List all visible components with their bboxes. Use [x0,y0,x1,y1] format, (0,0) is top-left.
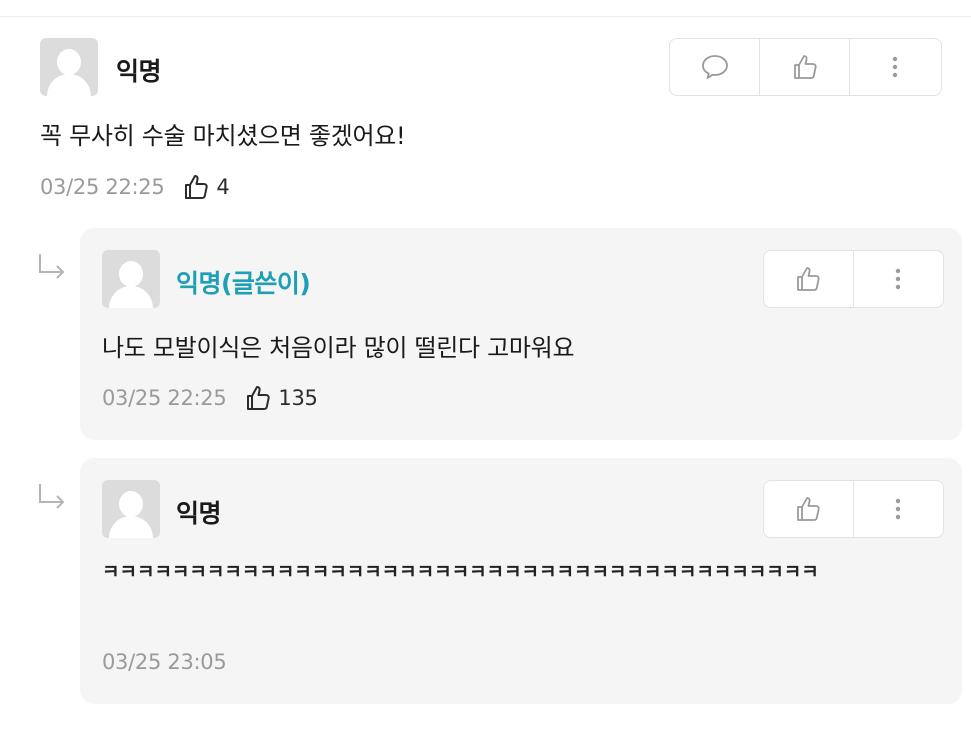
timestamp: 03/25 22:25 [102,386,227,410]
thumbs-up-icon [793,55,817,79]
reply-arrow-icon [39,484,65,509]
timestamp: 03/25 23:05 [102,650,227,674]
reply-container: 익명(글쓴이) 나도 모발이식은 처음이라 많이 떨린다 고마워요 03/25 … [80,228,962,440]
like-count: 135 [278,386,318,410]
thumbs-up-icon [797,267,820,291]
comment-text: 꼭 무사히 수술 마치셨으면 좋겠어요! [40,122,406,150]
like-count-wrap: 135 [244,384,318,412]
thumbs-up-icon [797,497,820,521]
like-button[interactable] [764,251,854,307]
comment-author: 익명 [116,57,162,86]
comment-action-group [669,38,942,96]
like-count: 4 [216,175,230,199]
avatar [40,38,98,96]
reply-text: ㅋㅋㅋㅋㅋㅋㅋㅋㅋㅋㅋㅋㅋㅋㅋㅋㅋㅋㅋㅋㅋㅋㅋㅋㅋㅋㅋㅋㅋㅋㅋㅋㅋㅋㅋㅋㅋㅋㅋㅋ… [102,561,819,583]
more-button[interactable] [854,251,944,307]
reply-action-group [763,250,944,308]
reply-arrow-icon [39,254,65,279]
timestamp: 03/25 22:25 [40,175,165,199]
more-button[interactable] [850,39,940,95]
reply-author: 익명(글쓴이) [176,269,311,298]
reply-meta: 03/25 22:25 135 [102,384,318,412]
reply-button[interactable] [670,39,760,95]
top-divider [0,16,971,17]
avatar [102,250,160,308]
reply-text: 나도 모발이식은 처음이라 많이 떨린다 고마워요 [102,334,575,362]
more-vertical-icon [896,498,901,520]
thumbs-up-icon [247,386,271,410]
reply-author: 익명 [176,499,222,528]
comment-meta: 03/25 22:25 4 [40,173,230,201]
speech-bubble-icon [701,55,728,79]
reply-action-group [763,480,944,538]
like-button[interactable] [760,39,850,95]
like-button[interactable] [764,481,854,537]
more-vertical-icon [892,56,898,78]
more-vertical-icon [896,268,901,290]
avatar [102,480,160,538]
thumbs-up-icon [185,175,209,199]
reply-container: 익명 ㅋㅋㅋㅋㅋㅋㅋㅋㅋㅋㅋㅋㅋㅋㅋㅋㅋㅋㅋㅋㅋㅋㅋㅋㅋㅋㅋㅋㅋㅋㅋㅋㅋㅋㅋㅋㅋ… [80,458,962,704]
like-count-wrap: 4 [182,173,230,201]
more-button[interactable] [854,481,944,537]
reply-meta: 03/25 23:05 [102,650,227,674]
